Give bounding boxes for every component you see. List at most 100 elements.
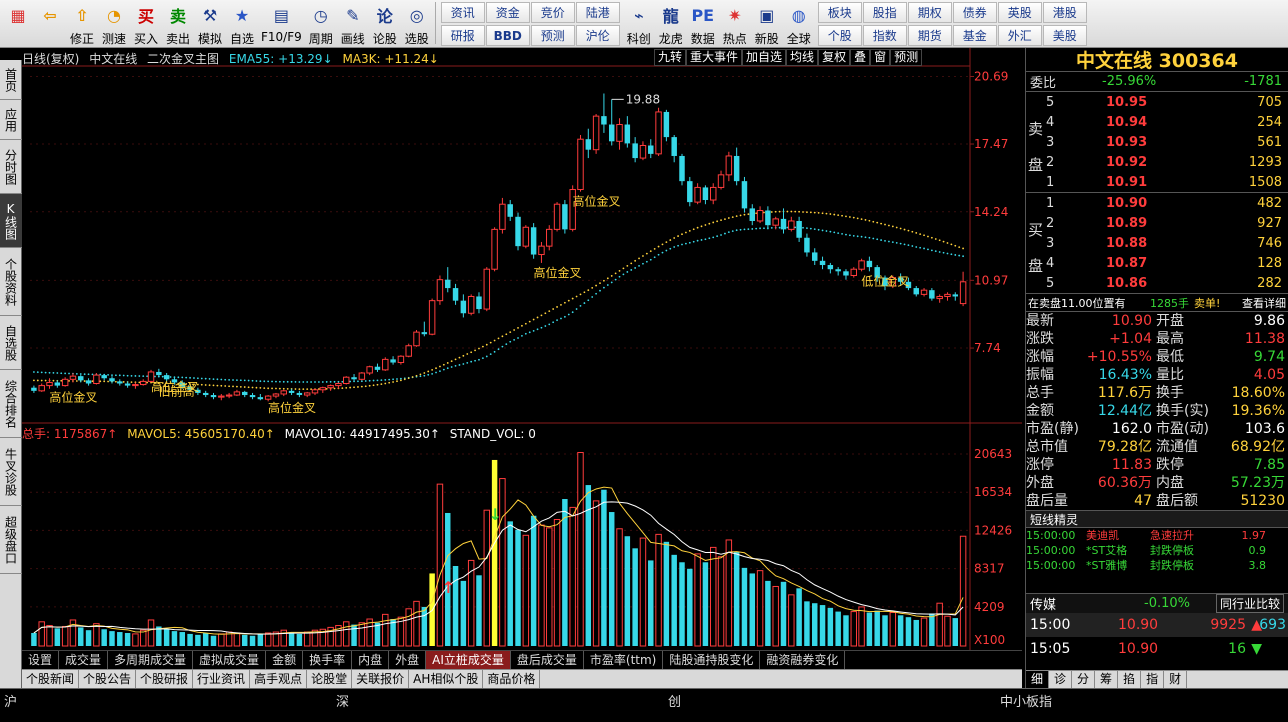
market-button-4[interactable]: 期权: [907, 2, 952, 23]
alert-row[interactable]: 15:00:00 *ST艾格 封跌停板 0.9: [1026, 543, 1288, 558]
market-button-6[interactable]: 债券: [952, 2, 997, 23]
bids-row[interactable]: 5 10.86 282: [1026, 273, 1288, 293]
indicator-tab-3[interactable]: 虚拟成交量: [193, 651, 267, 669]
indicator-tab-7[interactable]: 外盘: [389, 651, 427, 669]
chart-indicator-name[interactable]: 二次金叉主图: [147, 52, 219, 66]
right-tab-2[interactable]: 分: [1072, 671, 1096, 688]
tb-gavel-button[interactable]: ⚒ 模拟: [194, 2, 226, 47]
indicator-tab-11[interactable]: 陆股通持股变化: [663, 651, 761, 669]
market-button-7[interactable]: 基金: [952, 25, 997, 46]
chart-button-0[interactable]: 九转: [654, 49, 687, 66]
tb2-kechuang-button[interactable]: ⌁ 科创: [623, 2, 655, 47]
right-tab-1[interactable]: 诊: [1049, 671, 1073, 688]
indicator-tab-4[interactable]: 金额: [266, 651, 304, 669]
chart-button-1[interactable]: 重大事件: [686, 49, 743, 66]
indicator-tab-0[interactable]: 设置: [22, 651, 60, 669]
tb-up-arrow-button[interactable]: ⇧ 修正: [66, 2, 98, 47]
indicator-tab-2[interactable]: 多周期成交量: [108, 651, 194, 669]
tb-speed-gauge-button[interactable]: ◔ 测速: [98, 2, 130, 47]
left-tab-4[interactable]: 个股资料: [0, 248, 22, 316]
indicator-tab-12[interactable]: 融资融券变化: [760, 651, 846, 669]
asks-row[interactable]: 2 10.92 1293: [1026, 152, 1288, 172]
right-tab-6[interactable]: 财: [1164, 671, 1188, 688]
tb-windows-grid-button[interactable]: ▦: [2, 2, 34, 47]
tb2-hotspot-button[interactable]: ✷ 热点: [719, 2, 751, 47]
left-tab-3[interactable]: K线图: [0, 194, 22, 248]
right-tab-4[interactable]: 掐: [1118, 671, 1142, 688]
tb-buy-button[interactable]: 买买入: [130, 2, 162, 47]
kline-chart-area[interactable]: 20.69 17.47 14.24 10.97 7.74 20643 16534 12426 8…: [22, 48, 1022, 688]
tb-pen-button[interactable]: ✎ 画线: [337, 2, 369, 47]
info-button-3[interactable]: BBD: [485, 25, 530, 46]
market-button-8[interactable]: 英股: [997, 2, 1042, 23]
alert-row[interactable]: 15:00:00 *ST雅博 封跌停板 3.8: [1026, 558, 1288, 573]
indicator-tab-8[interactable]: AI立桩成交量: [426, 651, 511, 669]
asks-row[interactable]: 3 10.93 561: [1026, 132, 1288, 152]
chart-button-2[interactable]: 加自选: [742, 49, 787, 66]
info-button-4[interactable]: 竞价: [530, 2, 575, 23]
info-button-2[interactable]: 资金: [485, 2, 530, 23]
info-button-7[interactable]: 沪伦: [575, 25, 620, 46]
tb2-ipo-button[interactable]: ▣ 新股: [751, 2, 783, 47]
bids-row[interactable]: 4 10.87 128: [1026, 253, 1288, 273]
left-tab-0[interactable]: 首页: [0, 60, 22, 100]
right-tab-5[interactable]: 指: [1141, 671, 1165, 688]
market-button-9[interactable]: 外汇: [997, 25, 1042, 46]
tb-star-button[interactable]: ★ 自选: [226, 2, 258, 47]
market-button-2[interactable]: 股指: [862, 2, 907, 23]
view-detail-link[interactable]: 查看详细: [1242, 295, 1286, 311]
tb-cycle-button[interactable]: ◷ 周期: [305, 2, 337, 47]
news-tab-7[interactable]: AH相似个股: [409, 670, 484, 688]
sell-notice[interactable]: 在卖盘11.00位置有 1285手 卖单! 查看详细: [1026, 294, 1288, 312]
info-button-0[interactable]: 资讯: [440, 2, 485, 23]
left-tab-5[interactable]: 自选股: [0, 316, 22, 370]
bids-row[interactable]: 1 10.90 482: [1026, 193, 1288, 213]
bids-row[interactable]: 2 10.89 927: [1026, 213, 1288, 233]
market-button-11[interactable]: 美股: [1042, 25, 1087, 46]
indicator-tab-5[interactable]: 换手率: [303, 651, 353, 669]
tb-select-stock-button[interactable]: ◎ 选股: [401, 2, 433, 47]
industry-compare-button[interactable]: 同行业比较: [1215, 594, 1284, 613]
asks-row[interactable]: 1 10.91 1508: [1026, 172, 1288, 192]
market-button-3[interactable]: 指数: [862, 25, 907, 46]
indicator-tab-6[interactable]: 内盘: [352, 651, 390, 669]
left-tab-6[interactable]: 综合排名: [0, 370, 22, 438]
status-sz-index[interactable]: 深: [336, 691, 349, 710]
info-button-6[interactable]: 陆港: [575, 2, 620, 23]
tb2-dragon-button[interactable]: 龍龙虎: [655, 2, 687, 47]
right-tab-3[interactable]: 筹: [1095, 671, 1119, 688]
status-cy-index[interactable]: 创: [668, 691, 681, 710]
tb-sell-button[interactable]: 卖卖出: [162, 2, 194, 47]
market-button-10[interactable]: 港股: [1042, 2, 1087, 23]
tb-back-arrow-button[interactable]: ⇦: [34, 2, 66, 47]
chart-button-7[interactable]: 预测: [890, 49, 923, 66]
news-tab-5[interactable]: 论股堂: [307, 670, 353, 688]
news-tab-2[interactable]: 个股研报: [136, 670, 194, 688]
tb-forum-button[interactable]: 论论股: [369, 2, 401, 47]
market-button-0[interactable]: 板块: [817, 2, 862, 23]
status-zxb-index[interactable]: 中小板指: [1000, 691, 1052, 710]
left-tab-7[interactable]: 牛叉诊股: [0, 438, 22, 506]
news-tab-8[interactable]: 商品价格: [483, 670, 541, 688]
chart-button-5[interactable]: 叠: [850, 49, 871, 66]
status-sh-index[interactable]: 沪: [4, 691, 17, 710]
chart-button-3[interactable]: 均线: [786, 49, 819, 66]
news-tab-3[interactable]: 行业资讯: [193, 670, 251, 688]
chart-button-6[interactable]: 窗: [870, 49, 891, 66]
right-tab-0[interactable]: 细: [1026, 671, 1050, 688]
tb-f10-button[interactable]: ▤ F10/F9: [258, 2, 305, 47]
info-button-5[interactable]: 预测: [530, 25, 575, 46]
kline-chart-svg[interactable]: 20.69 17.47 14.24 10.97 7.74 20643 16534 12426 8…: [22, 48, 1022, 650]
asks-row[interactable]: 5 10.95 705: [1026, 92, 1288, 112]
news-tab-6[interactable]: 关联报价: [352, 670, 410, 688]
tb2-globe-button[interactable]: ◍ 全球: [783, 2, 815, 47]
alert-row[interactable]: 15:00:00 美迪凯 急速拉升 1.97: [1026, 528, 1288, 543]
market-button-5[interactable]: 期货: [907, 25, 952, 46]
indicator-tab-10[interactable]: 市盈率(ttm): [584, 651, 664, 669]
market-button-1[interactable]: 个股: [817, 25, 862, 46]
asks-row[interactable]: 4 10.94 254: [1026, 112, 1288, 132]
indicator-tab-1[interactable]: 成交量: [59, 651, 109, 669]
info-button-1[interactable]: 研报: [440, 25, 485, 46]
chart-button-4[interactable]: 复权: [818, 49, 851, 66]
news-tab-1[interactable]: 个股公告: [79, 670, 137, 688]
